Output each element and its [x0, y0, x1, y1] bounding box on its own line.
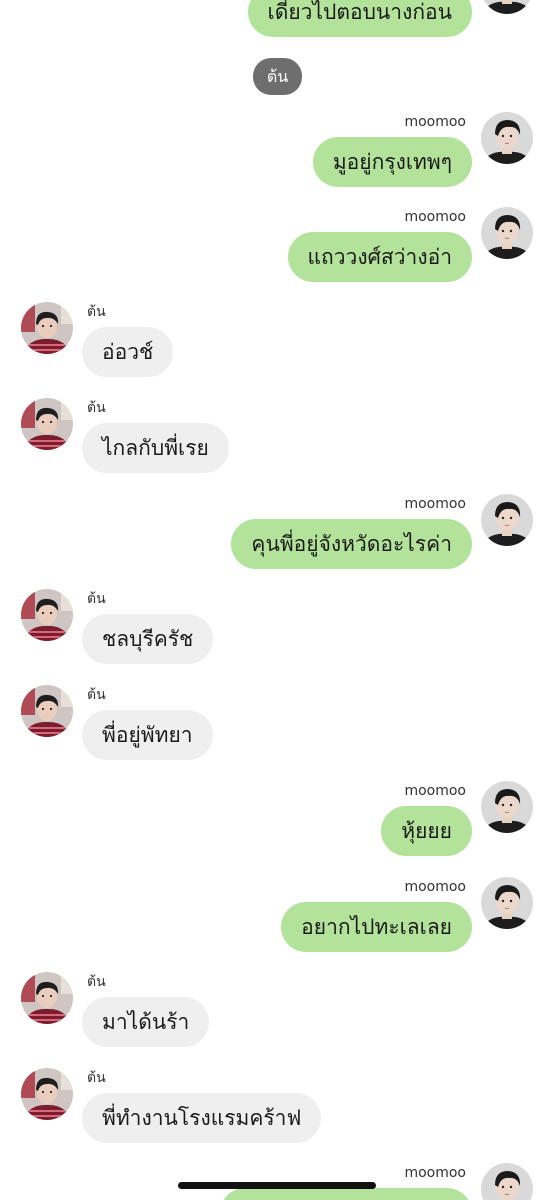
sender-name: moomoo	[404, 783, 466, 799]
message-bubble[interactable]: หุ้ยยย	[381, 806, 472, 856]
sender-name: ต้น	[87, 1070, 106, 1086]
avatar-ton-icon[interactable]	[21, 302, 73, 354]
sender-name-pill: ต้น	[253, 58, 302, 95]
message-bubble[interactable]: มูอยู่กรุงเทพๆ	[312, 137, 472, 187]
sender-name: moomoo	[404, 209, 466, 225]
sender-name: moomoo	[404, 879, 466, 895]
avatar-ton-icon[interactable]	[21, 685, 73, 737]
avatar-ton-icon[interactable]	[21, 1068, 73, 1120]
sender-name: ต้น	[87, 687, 106, 703]
sender-name: ต้น	[87, 304, 106, 320]
home-indicator[interactable]	[178, 1182, 376, 1189]
avatar-moomoo-icon[interactable]	[481, 877, 533, 929]
message-bubble[interactable]: ไกลกับพี่เรย	[82, 423, 229, 473]
avatar-ton-icon[interactable]	[21, 972, 73, 1024]
message-bubble[interactable]: พี่ทำงานโรงแรมคร้าฟ	[82, 1093, 322, 1143]
sender-name: moomoo	[404, 1165, 466, 1181]
avatar-moomoo-icon[interactable]	[481, 494, 533, 546]
message-bubble[interactable]	[220, 1188, 472, 1200]
avatar-moomoo-icon[interactable]	[481, 0, 533, 14]
message-bubble[interactable]: เดี๋ยวไปตอบนางก่อน	[247, 0, 472, 37]
message-bubble[interactable]: คุนพี่อยู่จังหวัดอะไรค่า	[231, 519, 472, 569]
sender-name: ต้น	[87, 400, 106, 416]
sender-name: ต้น	[87, 974, 106, 990]
message-bubble[interactable]: อ่อวช์	[82, 327, 174, 377]
sender-name: moomoo	[404, 496, 466, 512]
message-bubble[interactable]: มาได้นร้า	[82, 997, 210, 1047]
avatar-moomoo-icon[interactable]	[481, 1163, 533, 1200]
chat-screen[interactable]: เดี๋ยวไปตอบนางก่อน ต้น moomoo มูอยู่กรุง…	[0, 0, 554, 1200]
message-bubble[interactable]: อยากไปทะเลเลย	[281, 902, 472, 952]
message-bubble[interactable]: แถววงศ์สว่างอ่า	[287, 232, 472, 282]
sender-name: moomoo	[404, 114, 466, 130]
message-bubble[interactable]: ชลบุรีครัช	[82, 614, 214, 664]
avatar-moomoo-icon[interactable]	[481, 207, 533, 259]
sender-name: ต้น	[87, 591, 106, 607]
avatar-ton-icon[interactable]	[21, 398, 73, 450]
avatar-ton-icon[interactable]	[21, 589, 73, 641]
avatar-moomoo-icon[interactable]	[481, 781, 533, 833]
message-bubble[interactable]: พี่อยู่พัทยา	[82, 710, 213, 760]
avatar-moomoo-icon[interactable]	[481, 112, 533, 164]
